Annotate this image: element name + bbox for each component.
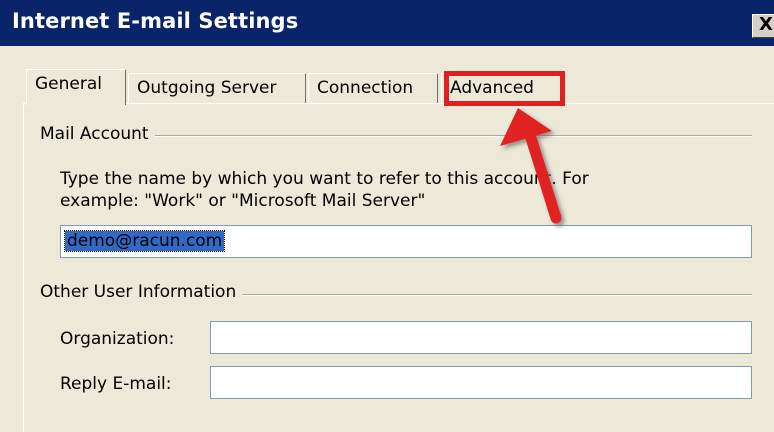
reply-email-field[interactable] xyxy=(210,366,752,399)
tab-advanced[interactable]: Advanced xyxy=(441,73,561,103)
description-line-2: example: "Work" or "Microsoft Mail Serve… xyxy=(60,191,426,211)
window-title: Internet E-mail Settings xyxy=(12,9,299,33)
close-button[interactable]: X xyxy=(752,14,774,38)
tab-connection-label: Connection xyxy=(317,78,414,98)
tab-general[interactable]: General xyxy=(26,69,126,105)
tab-outgoing-server-label: Outgoing Server xyxy=(137,78,277,98)
mail-account-description: Type the name by which you want to refer… xyxy=(60,168,700,212)
description-line-1: Type the name by which you want to refer… xyxy=(60,169,589,189)
other-user-info-group-label: Other User Information xyxy=(40,282,243,302)
tab-connection[interactable]: Connection xyxy=(308,73,438,103)
tab-general-label: General xyxy=(35,74,102,94)
organization-field[interactable] xyxy=(210,321,752,354)
close-icon: X xyxy=(759,14,773,35)
reply-email-label: Reply E-mail: xyxy=(60,374,172,394)
title-bar: Internet E-mail Settings X xyxy=(0,0,774,46)
account-name-field[interactable]: demo@racun.com xyxy=(60,225,752,258)
screenshot: Internet E-mail Settings X General Outgo… xyxy=(0,0,774,432)
mail-account-group-label: Mail Account xyxy=(40,124,155,144)
account-name-value: demo@racun.com xyxy=(63,230,226,252)
tab-outgoing-server[interactable]: Outgoing Server xyxy=(128,73,306,103)
organization-label: Organization: xyxy=(60,329,175,349)
tab-advanced-label: Advanced xyxy=(450,78,534,98)
